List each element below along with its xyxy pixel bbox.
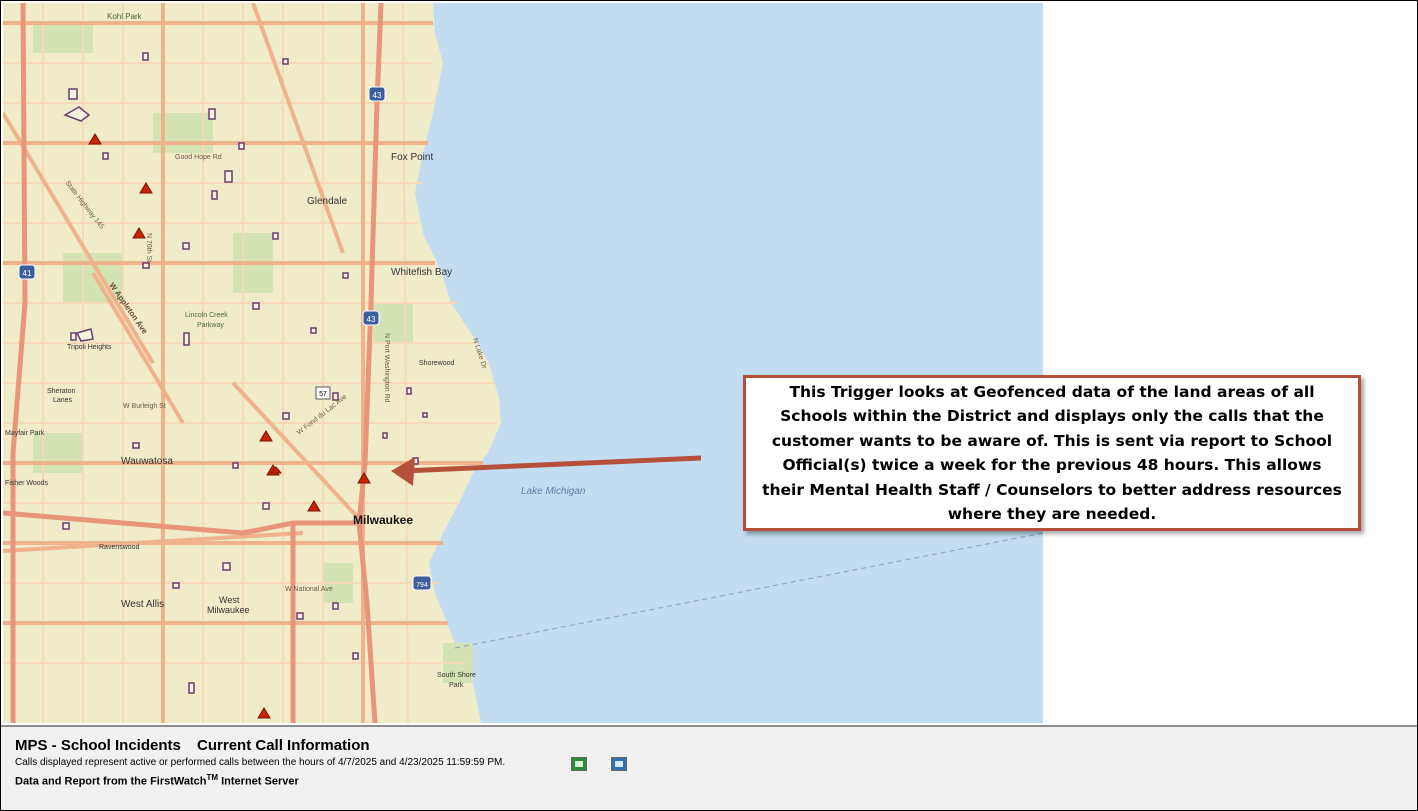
label-good-hope: Good Hope Rd xyxy=(175,154,222,161)
report-name: MPS - School Incidents xyxy=(15,737,181,754)
credit-suffix: Internet Server xyxy=(218,775,299,788)
label-sheraton: Sheraton xyxy=(47,388,76,395)
label-wauwatosa: Wauwatosa xyxy=(121,456,173,467)
label-glendale: Glendale xyxy=(307,196,347,207)
label-mayfair: Mayfair Park xyxy=(5,430,45,437)
shield-i43-north: 43 xyxy=(368,86,386,102)
svg-text:43: 43 xyxy=(373,91,382,100)
shield-i41: 41 xyxy=(18,264,36,280)
label-lake-michigan: Lake Michigan xyxy=(521,486,586,497)
credit-line: Data and Report from the FirstWatchTM In… xyxy=(15,773,299,788)
callout-text: This Trigger looks at Geofenced data of … xyxy=(762,382,1342,524)
svg-text:41: 41 xyxy=(23,269,32,278)
label-west-milwaukee-2: Milwaukee xyxy=(207,605,250,615)
report-footer: MPS - School Incidents Current Call Info… xyxy=(1,725,1417,810)
svg-text:57: 57 xyxy=(319,391,327,398)
range-start: 4/7/2025 xyxy=(337,757,377,768)
label-parkway: Parkway xyxy=(197,322,224,329)
label-south-shore-park: Park xyxy=(449,682,464,689)
label-fisher-woods: Fisher Woods xyxy=(5,480,49,487)
shield-i794: 794 xyxy=(412,575,432,591)
label-n-port-wash: N Port Washington Rd xyxy=(383,333,390,402)
label-south-shore: South Shore xyxy=(437,672,476,679)
svg-text:794: 794 xyxy=(416,582,428,589)
label-tripoli: Tripoli Heights xyxy=(67,344,112,351)
label-milwaukee: Milwaukee xyxy=(353,513,413,527)
date-range-text: Calls displayed represent active or perf… xyxy=(15,757,505,768)
shield-i43-mid: 43 xyxy=(362,310,380,326)
label-lincoln-creek: Lincoln Creek xyxy=(185,312,228,319)
report-heading: MPS - School Incidents Current Call Info… xyxy=(15,737,370,754)
excel-export-icon[interactable] xyxy=(571,757,587,771)
map-canvas[interactable]: 43 43 41 57 794 Kohl Park Good Hope Rd F… xyxy=(3,3,1043,723)
label-kohl-park: Kohl Park xyxy=(107,12,143,21)
label-whitefish-bay: Whitefish Bay xyxy=(391,267,452,278)
credit-prefix: Data and Report from the FirstWatch xyxy=(15,775,207,788)
label-shorewood: Shorewood xyxy=(419,360,455,367)
label-w-national: W National Ave xyxy=(285,586,333,593)
screenshot-frame: 43 43 41 57 794 Kohl Park Good Hope Rd F… xyxy=(0,0,1418,811)
label-n-76th: N 76th St xyxy=(145,233,152,262)
map-panel[interactable]: 43 43 41 57 794 Kohl Park Good Hope Rd F… xyxy=(3,3,1043,723)
report-title: Current Call Information xyxy=(197,737,370,754)
label-west-allis: West Allis xyxy=(121,599,164,610)
label-west-milwaukee-1: West xyxy=(219,595,240,605)
label-ravenswood: Ravenswood xyxy=(99,544,140,551)
range-and: and xyxy=(376,757,400,768)
report-export-icon[interactable] xyxy=(611,757,627,771)
callout-box: This Trigger looks at Geofenced data of … xyxy=(743,375,1361,531)
label-fox-point: Fox Point xyxy=(391,152,433,163)
range-end: 4/23/2025 11:59:59 PM. xyxy=(399,757,506,768)
range-prefix: Calls displayed represent active or perf… xyxy=(15,757,338,768)
credit-tm: TM xyxy=(206,773,219,782)
label-burleigh: W Burleigh St xyxy=(123,403,166,410)
label-lanes: Lanes xyxy=(53,397,73,404)
svg-text:43: 43 xyxy=(367,315,376,324)
shield-us57: 57 xyxy=(315,386,331,400)
